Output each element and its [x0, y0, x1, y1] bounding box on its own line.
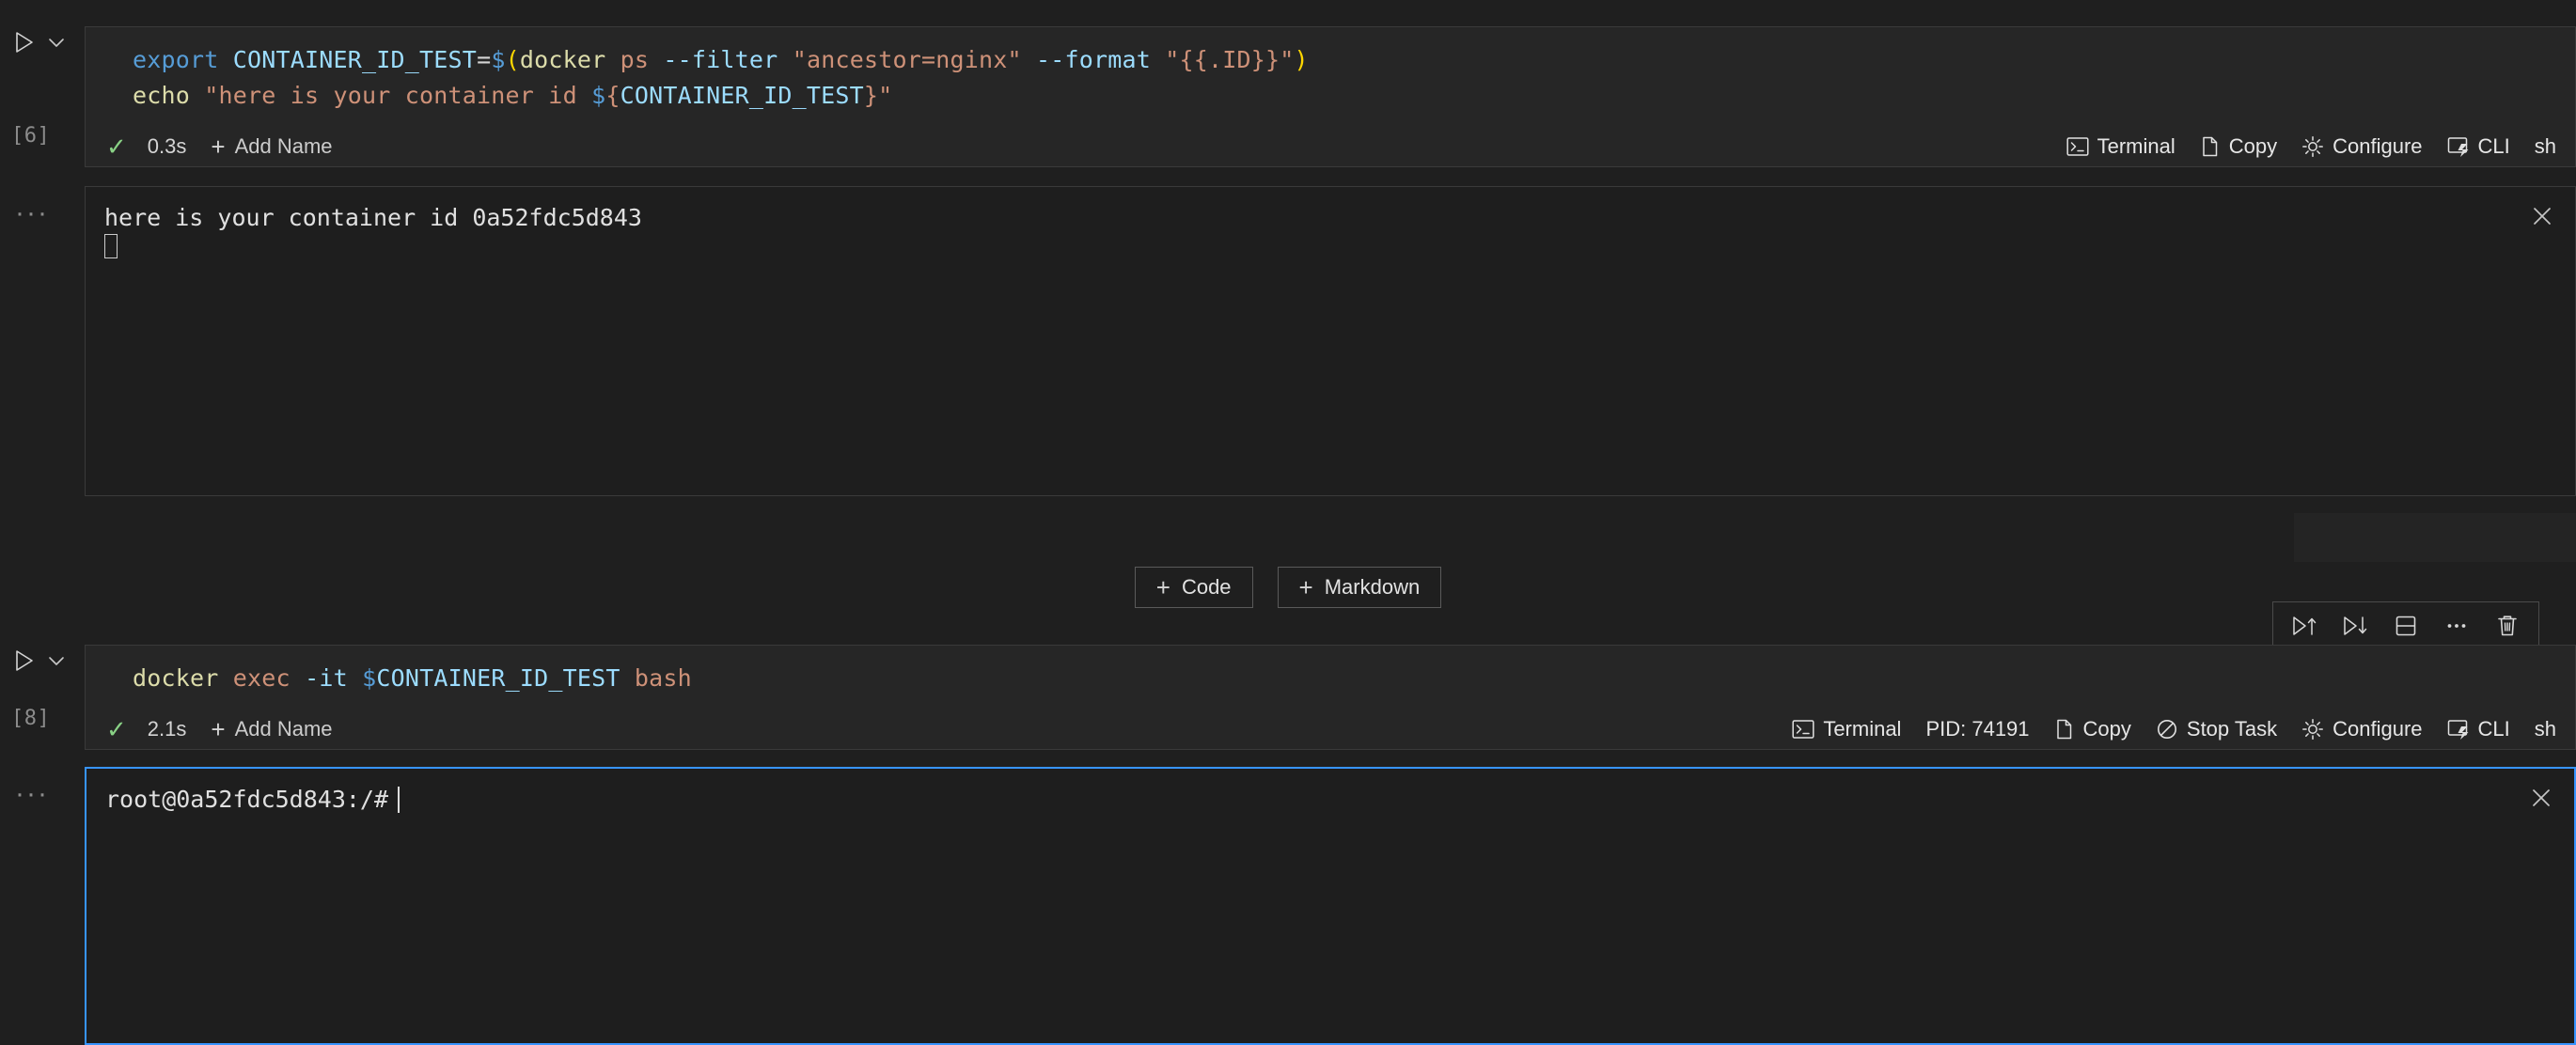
play-icon[interactable] [13, 30, 36, 55]
cell-status-left: ✓ 0.3s + Add Name [86, 134, 333, 159]
execute-above-button[interactable] [2279, 602, 2330, 649]
plus-icon: + [211, 134, 225, 159]
add-markdown-label: Markdown [1325, 577, 1420, 598]
cell-actions-toolbar [2272, 601, 2539, 650]
plus-icon: + [211, 717, 225, 741]
cli-icon [2447, 719, 2470, 740]
cell-output-container: ··· root@0a52fdc5d843:/# [0, 767, 2576, 1045]
notebook-canvas: [6] export CONTAINER_ID_TEST=$(docker ps… [0, 0, 2576, 1045]
notebook-cell: [6] export CONTAINER_ID_TEST=$(docker ps… [0, 26, 2576, 167]
terminal-button[interactable]: Terminal [2066, 134, 2175, 159]
code-line-2: echo "here is your container id ${CONTAI… [86, 78, 2575, 114]
cell-hover-panel [2294, 513, 2576, 562]
terminal-button[interactable]: Terminal [1792, 717, 1901, 741]
cell-output-container: ··· here is your container id 0a52fdc5d8… [0, 186, 2576, 496]
copy-button[interactable]: Copy [2200, 134, 2277, 159]
split-cell-button[interactable] [2380, 602, 2431, 649]
add-name-label: Add Name [235, 717, 333, 741]
cell-status-right: Terminal Copy Configure [2066, 134, 2575, 159]
check-icon: ✓ [106, 134, 127, 159]
terminal-label: Terminal [1823, 717, 1901, 741]
plus-icon: + [1156, 575, 1170, 600]
language-label: sh [2535, 717, 2556, 741]
terminal-label: Terminal [2097, 134, 2175, 159]
cell-status-bar: ✓ 0.3s + Add Name Terminal [86, 127, 2575, 166]
execution-count: [6] [11, 124, 50, 148]
cli-button[interactable]: CLI [2447, 717, 2510, 741]
close-icon[interactable] [2526, 200, 2558, 232]
output-more-icon[interactable]: ··· [15, 209, 49, 218]
cell-run-controls [13, 30, 66, 55]
cell-output-terminal[interactable]: root@0a52fdc5d843:/# [85, 767, 2576, 1045]
code-line-1: docker exec -it $CONTAINER_ID_TEST bash [86, 646, 2575, 696]
gear-icon [2301, 718, 2324, 741]
pid-label: PID: 74191 [1925, 717, 2029, 741]
more-actions-button[interactable] [2431, 602, 2482, 649]
output-more-icon[interactable]: ··· [15, 789, 49, 799]
output-line-1: here is your container id 0a52fdc5d843 [86, 187, 2575, 260]
configure-button[interactable]: Configure [2301, 134, 2422, 159]
execution-count: [8] [11, 707, 50, 730]
add-name-button[interactable]: + Add Name [211, 134, 332, 159]
cell-gutter: [6] [0, 26, 85, 167]
execution-duration: 0.3s [148, 134, 187, 159]
configure-label: Configure [2333, 134, 2422, 159]
check-icon: ✓ [106, 717, 127, 741]
cell-status-right: Terminal PID: 74191 Copy [1792, 717, 2575, 741]
configure-label: Configure [2333, 717, 2422, 741]
terminal-prompt: root@0a52fdc5d843:/# [105, 786, 388, 813]
copy-icon [2200, 135, 2221, 158]
gear-icon [2301, 135, 2324, 158]
language-label: sh [2535, 134, 2556, 159]
stop-task-button[interactable]: Stop Task [2156, 717, 2277, 741]
play-icon[interactable] [13, 648, 36, 673]
insert-cell-toolbar: + Code + Markdown [0, 567, 2576, 608]
stop-task-label: Stop Task [2187, 717, 2277, 741]
execution-duration: 2.1s [148, 717, 187, 741]
add-name-label: Add Name [235, 134, 333, 159]
add-code-cell-button[interactable]: + Code [1135, 567, 1253, 608]
cli-icon [2447, 136, 2470, 157]
terminal-prompt-line: root@0a52fdc5d843:/# [86, 769, 2574, 814]
copy-label: Copy [2083, 717, 2131, 741]
output-gutter: ··· [0, 186, 85, 496]
code-editor[interactable]: docker exec -it $CONTAINER_ID_TEST bash … [85, 645, 2576, 750]
cell-status-left: ✓ 2.1s + Add Name [86, 717, 333, 741]
add-markdown-cell-button[interactable]: + Markdown [1278, 567, 1442, 608]
copy-label: Copy [2229, 134, 2277, 159]
cli-label: CLI [2478, 717, 2510, 741]
add-code-label: Code [1182, 577, 1232, 598]
stop-icon [2156, 718, 2178, 741]
output-text: here is your container id 0a52fdc5d843 [104, 204, 642, 231]
language-selector[interactable]: sh [2535, 717, 2556, 741]
add-name-button[interactable]: + Add Name [211, 717, 332, 741]
configure-button[interactable]: Configure [2301, 717, 2422, 741]
copy-icon [2054, 718, 2075, 741]
plus-icon: + [1299, 575, 1313, 600]
terminal-icon [2066, 136, 2089, 157]
delete-cell-button[interactable] [2482, 602, 2533, 649]
execute-below-button[interactable] [2330, 602, 2380, 649]
code-line-1: export CONTAINER_ID_TEST=$(docker ps --f… [86, 27, 2575, 78]
close-icon[interactable] [2525, 782, 2557, 814]
chevron-down-icon[interactable] [47, 36, 66, 49]
pid-indicator: PID: 74191 [1925, 717, 2029, 741]
code-editor[interactable]: export CONTAINER_ID_TEST=$(docker ps --f… [85, 26, 2576, 167]
cell-run-controls [13, 648, 66, 673]
cell-status-bar: ✓ 2.1s + Add Name Terminal P [86, 710, 2575, 749]
cell-output: here is your container id 0a52fdc5d843 [85, 186, 2576, 496]
cli-button[interactable]: CLI [2447, 134, 2510, 159]
language-selector[interactable]: sh [2535, 134, 2556, 159]
copy-button[interactable]: Copy [2054, 717, 2131, 741]
terminal-icon [1792, 719, 1814, 740]
cell-gutter: [8] [0, 645, 85, 750]
text-cursor [398, 787, 400, 813]
output-gutter: ··· [0, 767, 85, 1045]
notebook-cell: [8] docker exec -it $CONTAINER_ID_TEST b… [0, 645, 2576, 750]
chevron-down-icon[interactable] [47, 654, 66, 667]
block-cursor [104, 234, 118, 258]
cli-label: CLI [2478, 134, 2510, 159]
